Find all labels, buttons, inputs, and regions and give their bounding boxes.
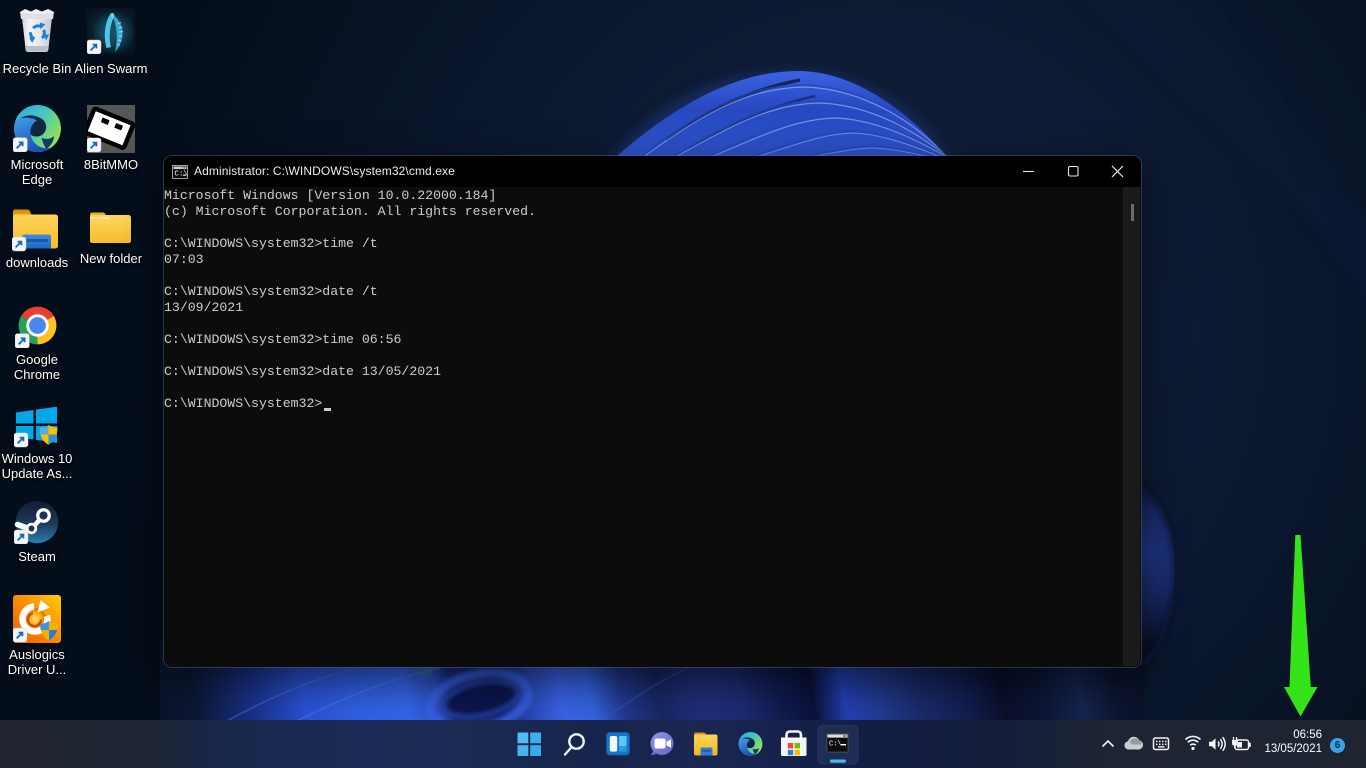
svg-text:C:\: C:\ bbox=[829, 741, 842, 749]
